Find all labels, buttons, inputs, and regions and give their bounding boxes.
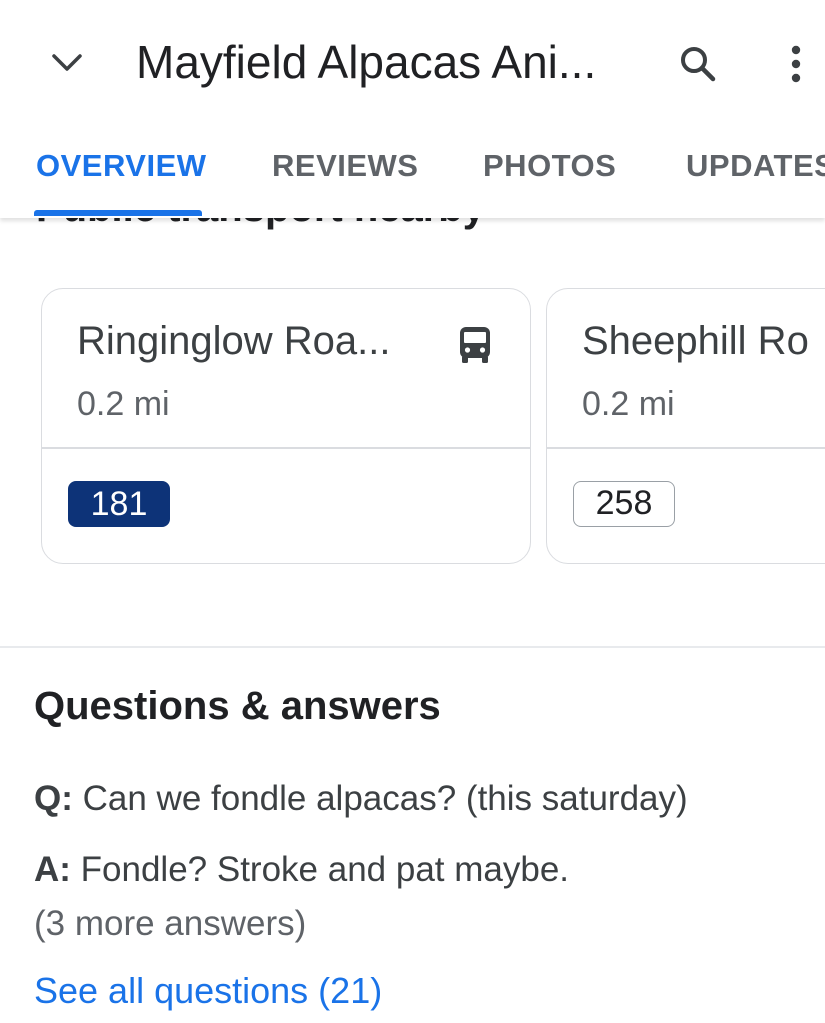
tab-updates[interactable]: UPDATES (686, 148, 825, 184)
answer-prefix: A: (34, 850, 71, 889)
more-options-button[interactable] (774, 38, 818, 90)
card-divider (42, 447, 530, 449)
place-details-page: Public transport nearby Mayfield Alpacas… (0, 0, 825, 1023)
section-divider (0, 646, 825, 648)
search-icon (681, 47, 716, 82)
place-header: Mayfield Alpacas Ani... OVERVIEW REVIEWS… (0, 0, 825, 218)
bus-icon (460, 327, 490, 363)
stop-name: Ringinglow Roa... (77, 319, 391, 363)
question-text: Can we fondle alpacas? (this saturday) (72, 779, 688, 818)
stop-distance: 0.2 mi (77, 385, 170, 423)
card-divider (547, 447, 825, 449)
answer-text: Fondle? Stroke and pat maybe. (70, 850, 570, 889)
qa-heading: Questions & answers (34, 684, 441, 728)
tab-photos[interactable]: PHOTOS (483, 148, 616, 184)
transit-stop-card[interactable]: Sheephill Ro 0.2 mi 258 (546, 288, 825, 564)
qa-question[interactable]: Q: Can we fondle alpacas? (this saturday… (34, 779, 688, 819)
more-vert-icon (791, 45, 801, 83)
qa-answer: A: Fondle? Stroke and pat maybe. (34, 850, 569, 890)
tab-reviews[interactable]: REVIEWS (272, 148, 418, 184)
stop-distance: 0.2 mi (582, 385, 675, 423)
more-answers-link[interactable]: (3 more answers) (34, 904, 306, 944)
active-tab-indicator (34, 210, 202, 216)
transit-stop-card[interactable]: Ringinglow Roa... 0.2 mi 181 (41, 288, 531, 564)
chevron-down-icon (52, 54, 82, 71)
route-badge: 181 (68, 481, 170, 527)
see-all-questions-link[interactable]: See all questions (21) (34, 970, 382, 1012)
route-badge: 258 (573, 481, 675, 527)
tab-overview[interactable]: OVERVIEW (36, 148, 207, 184)
place-title: Mayfield Alpacas Ani... (136, 36, 597, 88)
tab-bar: OVERVIEW REVIEWS PHOTOS UPDATES (0, 130, 825, 218)
stop-name: Sheephill Ro (582, 319, 809, 363)
question-prefix: Q: (34, 779, 73, 818)
search-button[interactable] (672, 38, 724, 90)
collapse-button[interactable] (40, 40, 94, 86)
